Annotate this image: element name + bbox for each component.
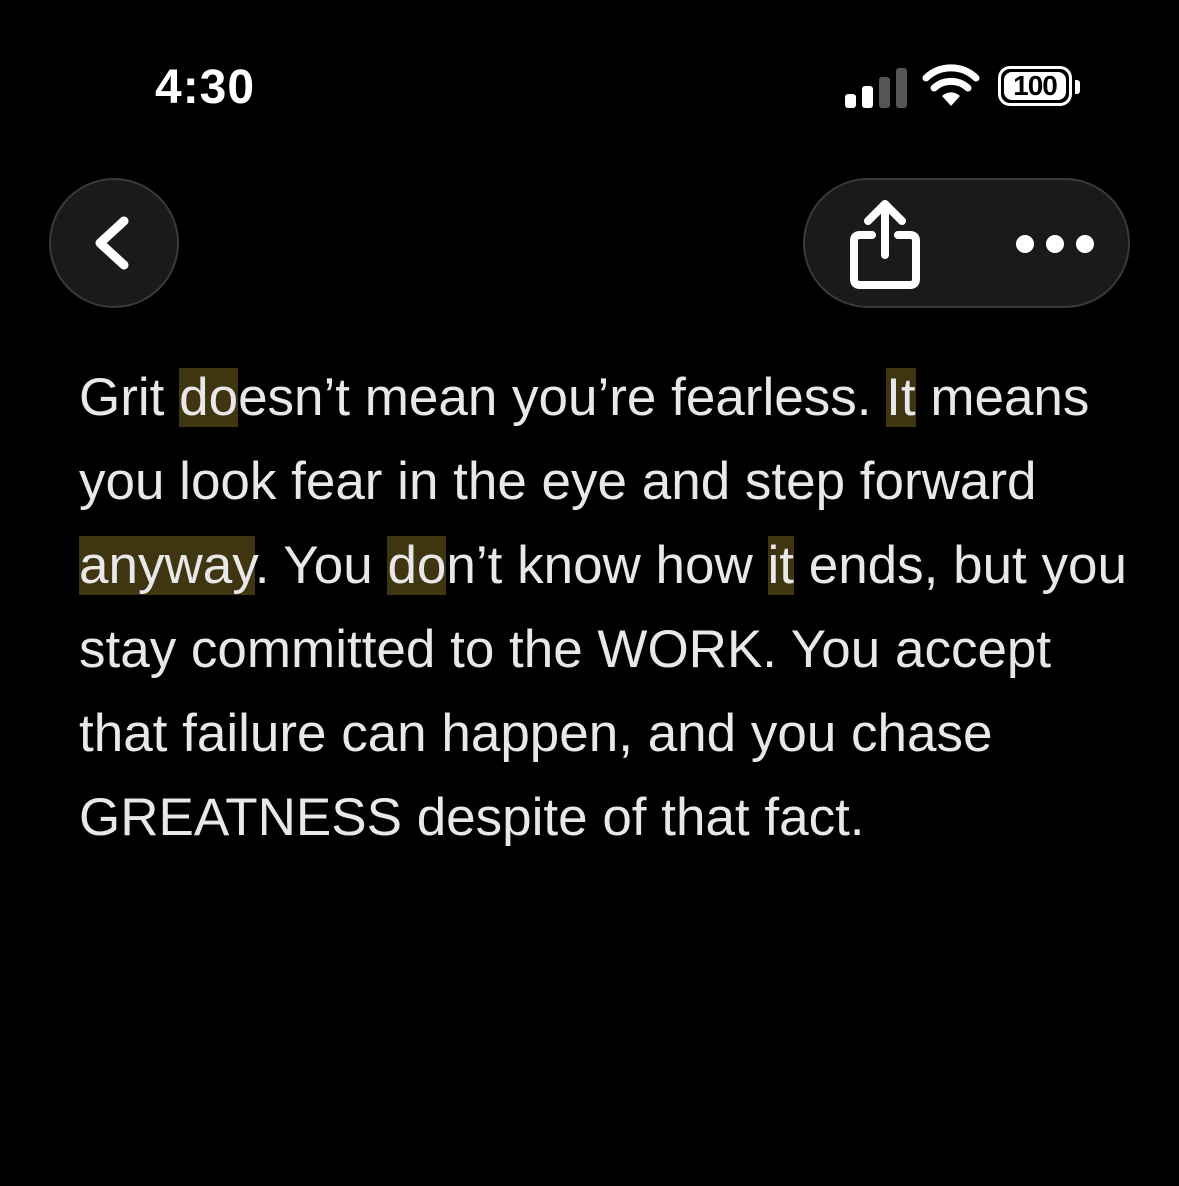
status-time: 4:30 <box>155 61 256 114</box>
battery-level: 100 <box>1013 70 1058 101</box>
ellipsis-icon <box>1016 235 1094 253</box>
status-bar: 4:30 100 <box>0 0 1179 160</box>
battery-icon: 100 <box>998 66 1072 106</box>
text-segment: Grit <box>79 368 180 427</box>
cellular-signal-icon <box>845 68 907 108</box>
action-toolbar <box>803 178 1130 308</box>
wifi-icon <box>922 64 980 106</box>
highlighted-segment: do <box>179 368 239 427</box>
text-segment: n’t know how <box>446 536 768 595</box>
more-button[interactable] <box>1005 204 1105 284</box>
article-text: Grit doesn’t mean you’re fearless. It me… <box>79 356 1129 860</box>
back-button[interactable] <box>49 178 179 308</box>
text-segment: esn’t mean you’re fearless. <box>238 368 887 427</box>
highlighted-segment: do <box>387 536 447 595</box>
share-button[interactable] <box>835 192 935 296</box>
highlighted-segment: It <box>886 368 916 427</box>
share-icon <box>850 200 920 289</box>
highlighted-segment: anyway <box>79 536 255 595</box>
battery-indicator: 100 <box>998 66 1082 110</box>
chevron-left-icon <box>95 216 129 270</box>
highlighted-segment: it <box>767 536 794 595</box>
text-segment: . You <box>254 536 388 595</box>
